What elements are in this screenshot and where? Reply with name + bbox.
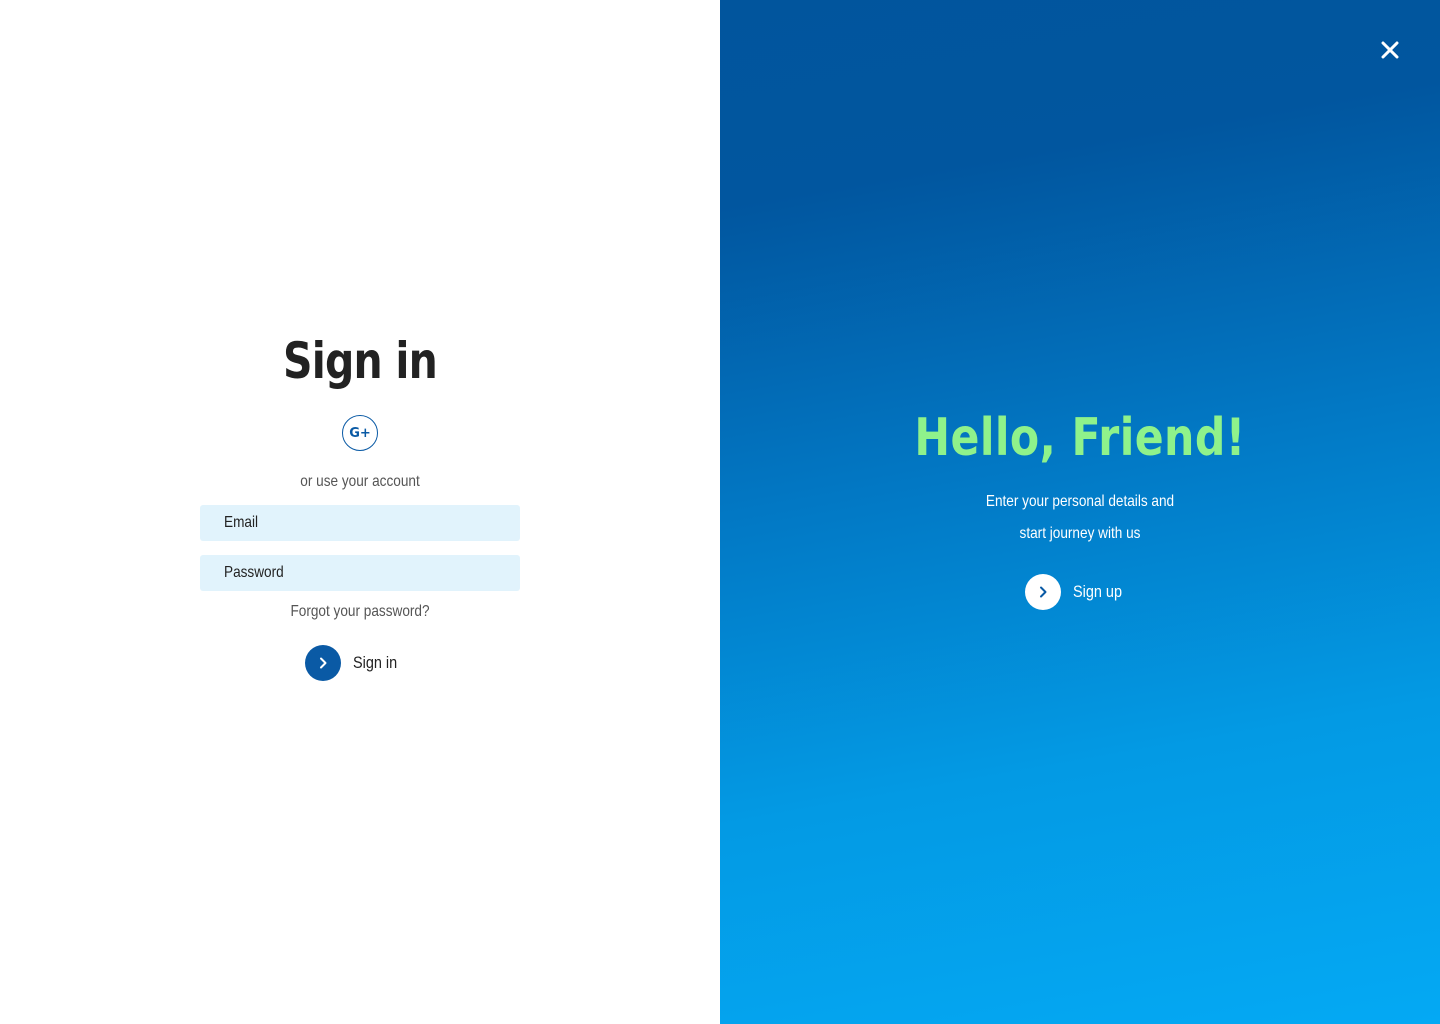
email-placeholder: Email (224, 514, 259, 531)
google-plus-button[interactable]: G+ (342, 415, 378, 451)
welcome-subtitle: Enter your personal details and start jo… (985, 493, 1175, 542)
or-use-account-text: or use your account (300, 473, 420, 490)
signup-button-label: Sign up (1073, 582, 1123, 601)
signin-title: Sign in (283, 332, 438, 390)
welcome-panel: Hello, Friend! Enter your personal detai… (720, 0, 1440, 1024)
email-field[interactable]: Email (200, 505, 520, 541)
password-field[interactable]: Password (200, 555, 520, 591)
signin-button-label: Sign in (353, 653, 398, 672)
auth-page: Sign in G+ or use your account Email Pas… (0, 0, 1440, 1024)
chevron-right-icon (1025, 574, 1061, 610)
signin-panel: Sign in G+ or use your account Email Pas… (0, 0, 720, 1024)
welcome-title: Hello, Friend! (914, 408, 1246, 468)
signup-button[interactable]: Sign up (1025, 574, 1131, 610)
close-icon[interactable] (1378, 38, 1402, 62)
signin-button[interactable]: Sign in (305, 645, 405, 681)
password-placeholder: Password (224, 564, 284, 581)
forgot-password-link[interactable]: Forgot your password? (54, 603, 666, 621)
chevron-right-icon (305, 645, 341, 681)
google-plus-icon: G+ (349, 425, 371, 441)
